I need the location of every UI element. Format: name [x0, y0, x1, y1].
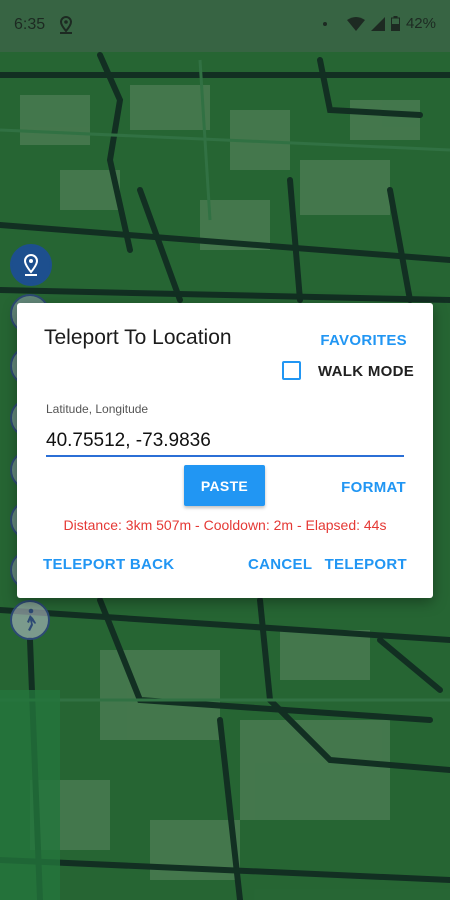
- teleport-back-button[interactable]: TELEPORT BACK: [43, 556, 174, 573]
- walk-person-icon: [27, 608, 36, 631]
- wifi-icon: [346, 16, 365, 31]
- clock: 6:35: [14, 16, 46, 33]
- dialog-title: Teleport To Location: [44, 326, 232, 349]
- location-marker-icon: [23, 253, 39, 276]
- cancel-button[interactable]: CANCEL: [248, 556, 312, 573]
- walk-mode-label[interactable]: WALK MODE: [318, 363, 414, 380]
- signal-icon: [370, 16, 385, 31]
- format-button[interactable]: FORMAT: [341, 479, 406, 496]
- paste-button[interactable]: PASTE: [184, 465, 265, 506]
- walk-mode-checkbox[interactable]: [282, 361, 301, 380]
- favorites-button[interactable]: FAVORITES: [320, 332, 407, 349]
- notification-dot-icon: [322, 21, 327, 26]
- teleport-button[interactable]: TELEPORT: [325, 556, 407, 573]
- distance-status-text: Distance: 3km 507m - Cooldown: 2m - Elap…: [63, 517, 387, 533]
- status-bar: 6:35 42%: [0, 0, 450, 52]
- walk-button[interactable]: [10, 600, 50, 640]
- teleport-dialog: Teleport To Location FAVORITES WALK MODE…: [17, 303, 433, 598]
- battery-icon: [390, 16, 400, 31]
- coordinates-label: Latitude, Longitude: [46, 402, 149, 416]
- coordinates-input[interactable]: [46, 427, 404, 457]
- location-pin-icon: [59, 15, 73, 34]
- location-marker-button[interactable]: [10, 244, 52, 286]
- battery-percent: 42%: [405, 15, 436, 32]
